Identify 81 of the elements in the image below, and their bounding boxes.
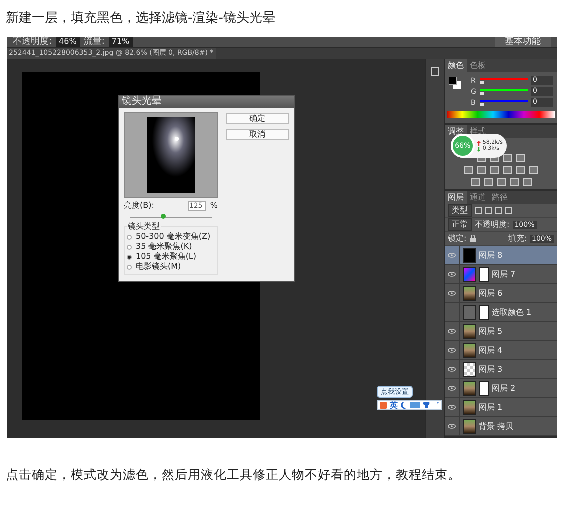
flow-field[interactable]: 71% [108,37,133,47]
eye-icon [448,424,456,428]
eye-icon [448,404,456,410]
eye-icon [448,386,456,390]
outro-text: 点击确定，模式改为滤色，然后用液化工具修正人物不好看的地方，教程结束。 [5,466,462,484]
layer-name: 选取颜色 1 [492,306,532,318]
lock-icon [470,235,476,242]
slider-thumb[interactable] [160,214,166,219]
filter-dropdown[interactable]: 类型 [448,204,472,217]
opacity-field[interactable]: 46% [56,37,80,47]
layer-row[interactable]: 图层 2 [445,379,557,398]
channel-slider[interactable] [480,88,528,94]
eye-icon [448,348,456,352]
layer-row[interactable]: 选取颜色 1 [445,303,557,322]
eye-icon [448,366,456,372]
layer-row[interactable]: 图层 7 [445,265,557,284]
panel-tab[interactable]: 颜色 [445,59,467,72]
up-arrow-icon [476,140,481,146]
panel-tab[interactable]: 路径 [489,191,511,204]
radio-label: 105 毫米聚焦(L) [136,252,197,262]
layer-name: 背景 拷贝 [479,420,514,432]
radio-button[interactable] [127,244,132,250]
panel-tab[interactable]: 调整 [445,125,467,138]
dialog-title: 镜头光晕 [119,96,294,108]
layer-row[interactable]: 图层 8 [445,246,557,265]
slider-thumb[interactable] [480,102,484,106]
radio-label: 35 毫米聚焦(K) [136,242,192,252]
brightness-label: 亮度(B): [124,201,154,211]
eye-icon [448,252,456,258]
panel-tab[interactable]: 色板 [467,59,489,72]
radio-label: 50-300 毫米变焦(Z) [136,232,211,242]
cancel-button[interactable]: 取消 [226,129,289,140]
keyboard-icon [410,402,420,408]
slider-thumb[interactable] [480,92,484,94]
fill-label: 填充: [508,233,527,244]
radio-button[interactable] [127,234,132,240]
group-title: 镜头类型 [127,221,161,232]
moon-icon [401,402,407,408]
radio-button[interactable] [127,254,132,260]
channel-slider[interactable] [480,78,528,84]
layer-name: 图层 6 [479,288,503,298]
layer-row[interactable]: 背景 拷贝 [445,417,557,436]
eye-icon [448,290,456,296]
ime-toolbar[interactable]: 英 [377,400,442,410]
panel-tab[interactable]: 通道 [467,191,489,204]
flow-label: 流量: [84,37,105,47]
layer-row[interactable]: 图层 3 [445,360,557,379]
layer-name: 图层 4 [479,344,503,356]
shirt-icon [423,402,430,408]
blend-mode-dropdown[interactable]: 正常 [448,218,472,231]
percent-unit: % [210,201,218,211]
eye-icon [448,272,456,276]
layer-name: 图层 7 [492,268,516,280]
layer-name: 图层 5 [479,326,503,336]
channel-slider[interactable] [480,100,528,106]
ok-button[interactable]: 确定 [226,113,289,124]
layer-name: 图层 2 [492,382,516,394]
logo-icon [380,402,387,408]
layer-name: 图层 3 [479,364,503,374]
language-toggle[interactable]: 英 [390,400,398,410]
layer-row[interactable]: 图层 5 [445,322,557,341]
layer-row[interactable]: 图层 1 [445,398,557,417]
eye-icon [448,328,456,334]
intro-text: 新建一层，填充黑色，选择滤镜-渲染-镜头光晕 [5,10,276,28]
layer-name: 图层 1 [479,402,503,412]
slider-thumb[interactable] [480,80,484,84]
opacity-label: 不透明度: [13,37,52,47]
down-arrow-icon [476,146,481,152]
opacity-label: 不透明度: [475,219,510,230]
color-spectrum[interactable] [447,111,555,118]
layer-row[interactable]: 图层 4 [445,341,557,360]
radio-button[interactable] [127,264,132,270]
panel-tab[interactable]: 图层 [445,191,467,204]
layer-row[interactable]: 图层 6 [445,284,557,303]
layer-name: 图层 8 [479,250,503,260]
tool-icon [430,67,440,77]
color-swatch-icon[interactable] [449,77,461,89]
lock-label: 锁定: [448,233,467,244]
radio-label: 电影镜头(M) [136,262,182,272]
brightness-slider[interactable] [130,214,212,218]
workspace-dropdown[interactable]: 基本功能 [495,37,551,47]
